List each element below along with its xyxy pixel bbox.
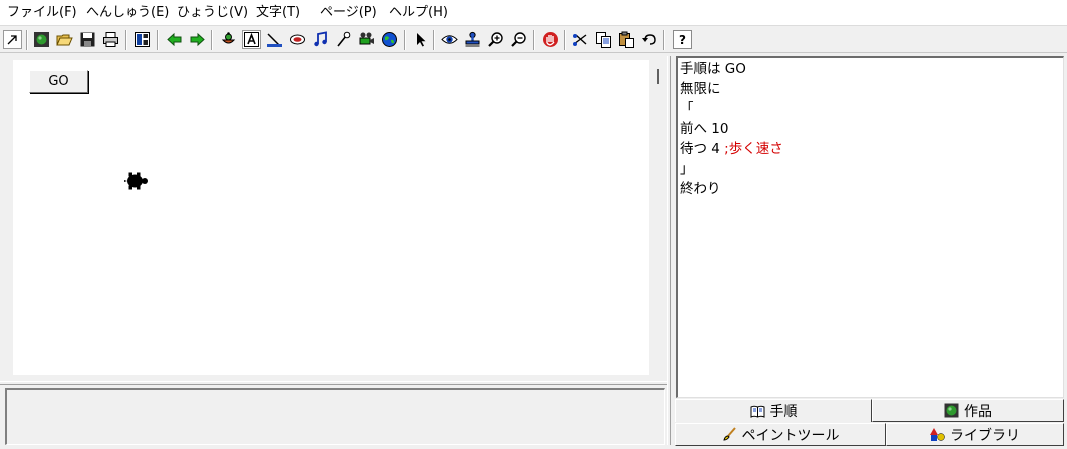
toolbar-separator xyxy=(26,30,28,50)
tab-library-label: ライブラリ xyxy=(950,427,1020,444)
go-button[interactable]: GO xyxy=(29,70,88,93)
toolbar-separator xyxy=(564,30,566,50)
stop-hand-icon[interactable] xyxy=(541,30,560,49)
toolbar-separator xyxy=(125,30,127,50)
turtle-hatch-icon[interactable] xyxy=(219,30,238,49)
menu-file[interactable]: ファイル(F) xyxy=(7,4,77,22)
menu-bar: ファイル(F) へんしゅう(E) ひょうじ(V) 文字(T) ページ(P) ヘル… xyxy=(0,0,1067,26)
layout-icon[interactable] xyxy=(133,30,152,49)
code-line: 「 xyxy=(680,101,694,117)
code-line: 待つ 4 ;歩く速さ xyxy=(680,139,783,159)
copy-icon[interactable] xyxy=(594,30,613,49)
book-icon xyxy=(750,404,765,419)
cut-icon[interactable] xyxy=(571,30,590,49)
previous-page-icon[interactable] xyxy=(165,30,184,49)
menu-help[interactable]: ヘルプ(H) xyxy=(389,4,448,22)
code-text: 待つ 4 xyxy=(680,141,725,157)
music-note-icon[interactable] xyxy=(311,30,330,49)
procedure-editor[interactable]: 手順は GO 無限に 「 前へ 10 待つ 4 ;歩く速さ 」 終わり xyxy=(676,56,1064,398)
code-line: 前へ 10 xyxy=(680,121,729,137)
slider-icon[interactable] xyxy=(265,30,284,49)
paintbrush-icon xyxy=(722,427,737,442)
globe-icon[interactable] xyxy=(380,30,399,49)
menu-edit[interactable]: へんしゅう(E) xyxy=(86,4,169,22)
toolbar-separator xyxy=(533,30,535,50)
zoom-out-icon[interactable] xyxy=(509,30,528,49)
horizontal-splitter[interactable] xyxy=(0,381,667,385)
menu-page[interactable]: ページ(P) xyxy=(320,4,377,22)
tab-paint-tool[interactable]: ペイントツール xyxy=(675,423,886,446)
paste-icon[interactable] xyxy=(617,30,636,49)
text-box-icon[interactable] xyxy=(242,30,261,49)
next-page-icon[interactable] xyxy=(188,30,207,49)
eye-icon[interactable] xyxy=(440,30,459,49)
code-line: 無限に xyxy=(680,81,721,97)
vertical-splitter[interactable] xyxy=(667,56,671,445)
tab-paint-tool-label: ペイントツール xyxy=(741,427,840,444)
zoom-in-icon[interactable] xyxy=(486,30,505,49)
open-folder-icon[interactable] xyxy=(55,30,74,49)
shapes-icon xyxy=(930,427,945,442)
tab-works-label: 作品 xyxy=(964,403,992,420)
help-button[interactable]: ? xyxy=(673,30,692,49)
code-comment: ;歩く速さ xyxy=(724,141,783,157)
code-line: 手順は GO xyxy=(680,61,746,77)
tab-library[interactable]: ライブラリ xyxy=(886,423,1064,446)
toolbar-separator xyxy=(663,30,665,50)
code-line: 終わり xyxy=(680,181,721,197)
button-create-icon[interactable] xyxy=(288,30,307,49)
toolbar-separator xyxy=(157,30,159,50)
code-line: 」 xyxy=(680,161,694,177)
stamp-icon[interactable] xyxy=(463,30,482,49)
works-globe-icon xyxy=(944,403,959,418)
microphone-icon[interactable] xyxy=(334,30,353,49)
turtle-canvas[interactable] xyxy=(13,60,649,375)
menu-view[interactable]: ひょうじ(V) xyxy=(177,4,248,22)
toolbar: ? xyxy=(0,27,1067,53)
pointer-icon[interactable] xyxy=(411,30,430,49)
message-box xyxy=(5,388,665,445)
new-page-icon[interactable] xyxy=(32,30,51,49)
turtle-icon[interactable] xyxy=(122,169,150,193)
print-icon[interactable] xyxy=(101,30,120,49)
tab-works[interactable]: 作品 xyxy=(872,399,1064,422)
restore-icon[interactable] xyxy=(3,30,22,49)
video-camera-icon[interactable] xyxy=(357,30,376,49)
toolbar-separator xyxy=(433,30,435,50)
canvas-scroll-thumb[interactable] xyxy=(657,69,659,84)
toolbar-separator xyxy=(211,30,213,50)
undo-icon[interactable] xyxy=(640,30,659,49)
toolbar-separator xyxy=(404,30,406,50)
menu-text[interactable]: 文字(T) xyxy=(256,4,300,22)
tab-procedure-label: 手順 xyxy=(769,404,798,420)
tab-procedure[interactable]: 手順 xyxy=(675,399,872,422)
save-icon[interactable] xyxy=(78,30,97,49)
